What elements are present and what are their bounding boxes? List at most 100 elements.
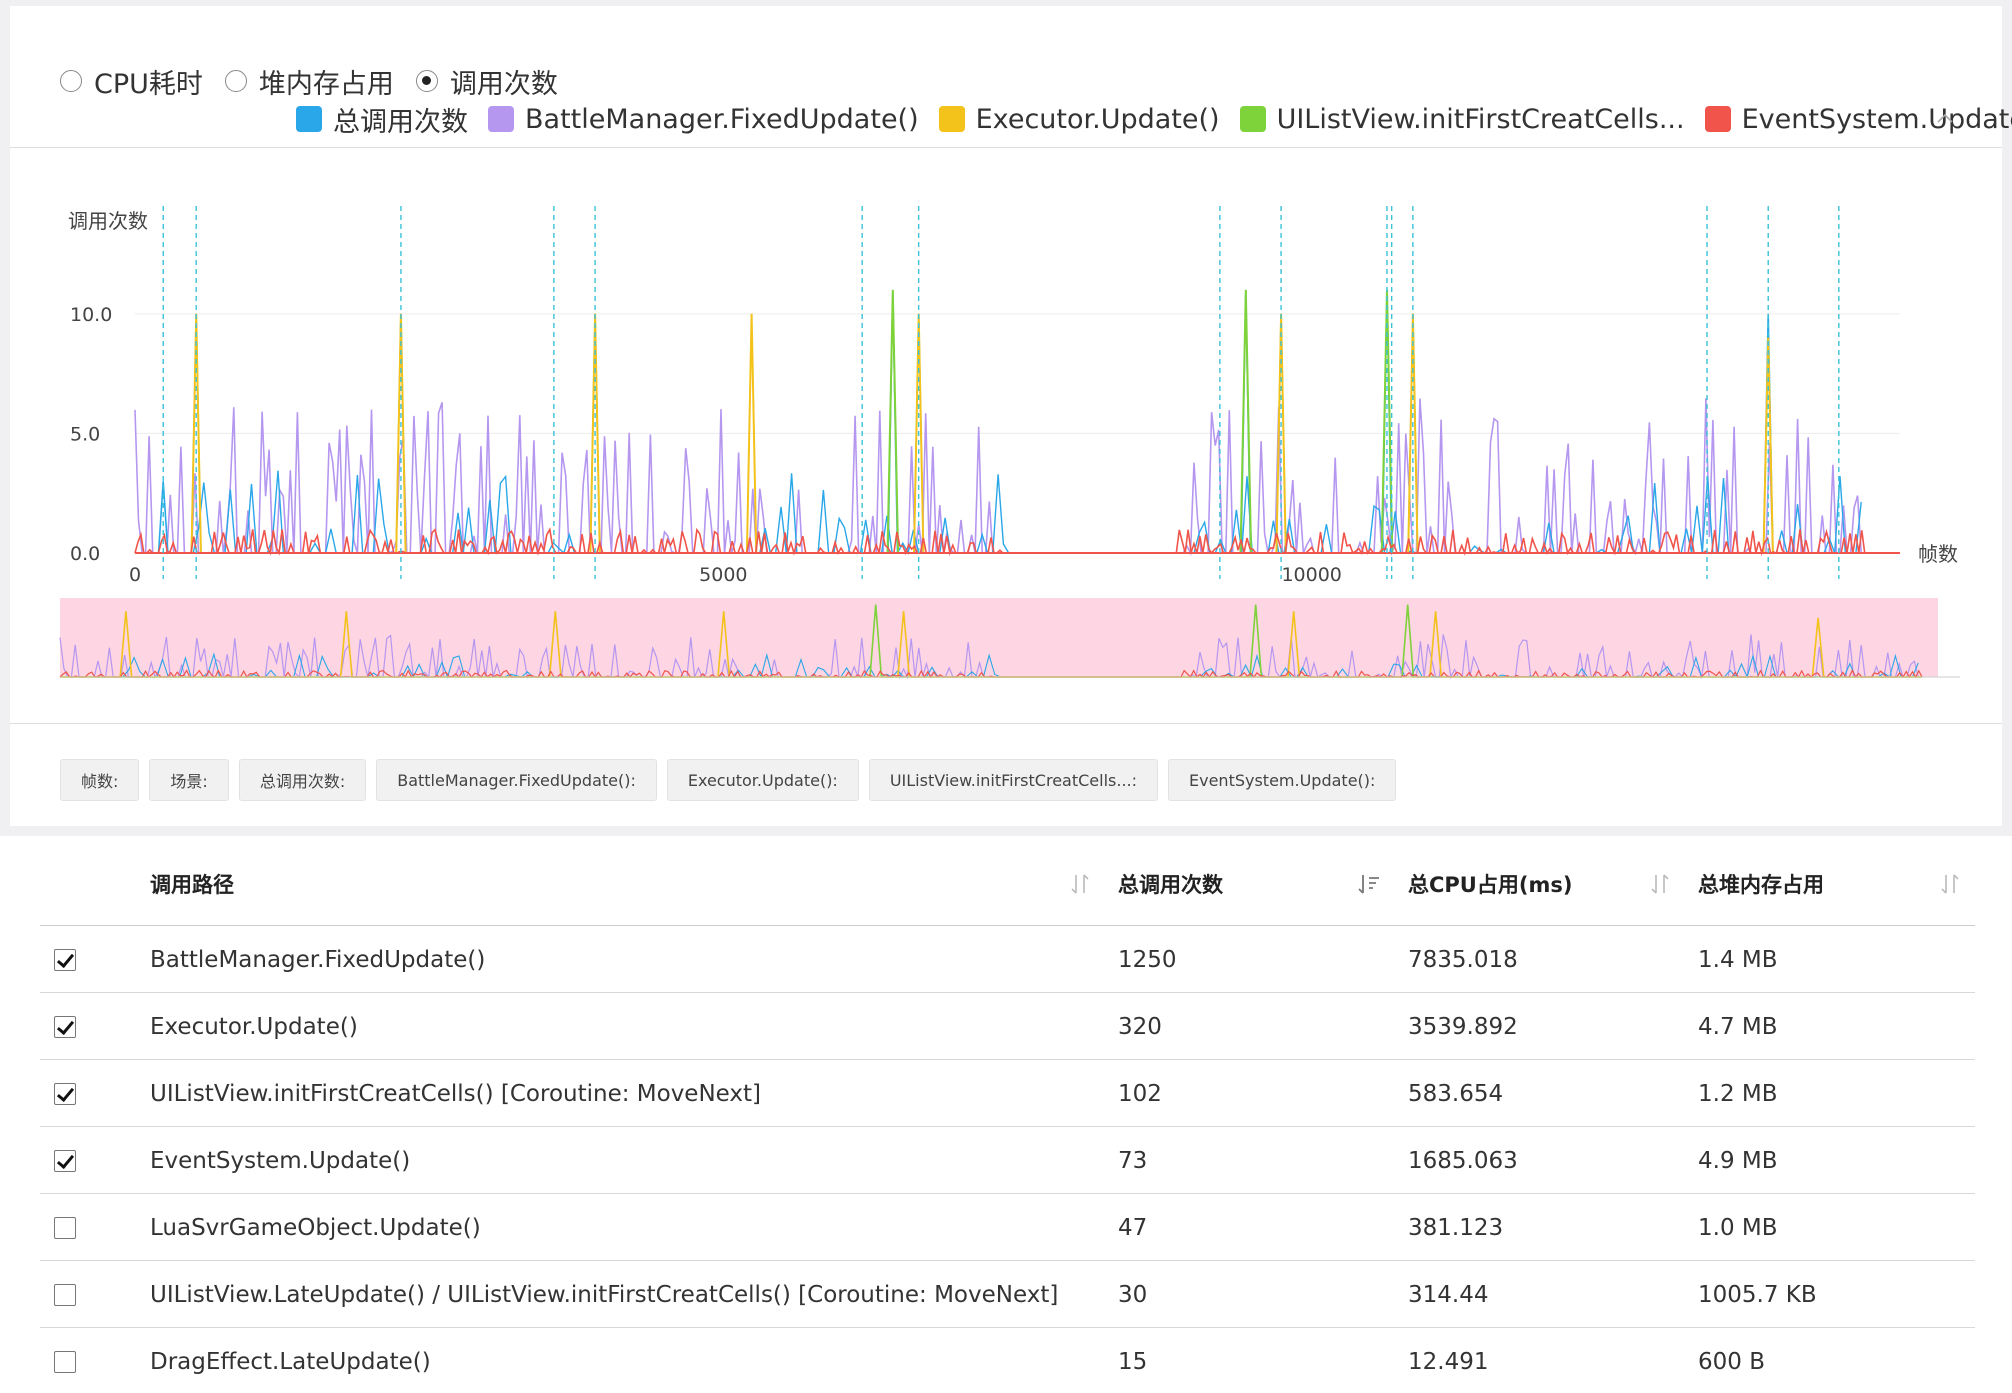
cell-call-path: UIListView.initFirstCreatCells() [Corout… (150, 1080, 762, 1107)
series-total-calls-line (135, 470, 1862, 555)
legend-item-eventsystem[interactable]: EventSystem.Update() (1704, 103, 2012, 135)
table-row[interactable]: UIListView.initFirstCreatCells() [Corout… (40, 1060, 1975, 1127)
chip-battlemanager: BattleManager.FixedUpdate(): (376, 759, 657, 801)
legend-swatch (488, 106, 514, 132)
legend-label: Executor.Update() (975, 103, 1220, 135)
cell-total-cpu: 12.491 (1408, 1348, 1489, 1375)
calls-line-chart[interactable]: 0.0 5.0 10.0 0 5000 10000 调用次数帧数 (10, 146, 2002, 706)
legend-swatch (296, 106, 322, 132)
table-row[interactable]: DragEffect.LateUpdate() 15 12.491 600 B (40, 1328, 1975, 1393)
row-checkbox[interactable] (54, 1284, 76, 1306)
y-tick-label: 5.0 (70, 423, 100, 445)
table-row[interactable]: Executor.Update() 320 3539.892 4.7 MB (40, 993, 1975, 1060)
header-total-heap[interactable]: 总堆内存占用 (1698, 842, 1824, 926)
cell-total-calls: 320 (1118, 1013, 1162, 1040)
cell-call-path: DragEffect.LateUpdate() (150, 1348, 431, 1375)
divider (10, 723, 2002, 724)
radio-circle (60, 70, 82, 92)
sort-icon[interactable] (1650, 842, 1670, 926)
chip-eventsystem: EventSystem.Update(): (1168, 759, 1397, 801)
legend-swatch (1704, 106, 1731, 132)
series-battlemanager-line (134, 398, 1865, 557)
tooltip-chip-row: 帧数: 场景: 总调用次数: BattleManager.FixedUpdate… (60, 759, 1406, 801)
legend-label: BattleManager.FixedUpdate() (525, 103, 919, 135)
cell-total-calls: 73 (1118, 1147, 1148, 1174)
legend-swatch (938, 106, 965, 132)
x-axis-label: 帧数 (1918, 542, 1958, 566)
cell-total-heap: 600 B (1698, 1348, 1765, 1375)
cell-total-cpu: 1685.063 (1408, 1147, 1518, 1174)
cell-total-calls: 1250 (1118, 946, 1177, 973)
header-call-path[interactable]: 调用路径 (150, 842, 234, 926)
cell-call-path: LuaSvrGameObject.Update() (150, 1214, 481, 1241)
sort-icon[interactable] (1940, 842, 1960, 926)
series-total-calls-spikes (135, 289, 1865, 554)
chart-legend: 总调用次数 BattleManager.FixedUpdate() Execut… (296, 99, 2012, 139)
legend-label: UIListView.initFirstCreatCells... (1276, 103, 1685, 135)
cell-total-cpu: 7835.018 (1408, 946, 1518, 973)
radio-cpu-time[interactable]: CPU耗时 (60, 62, 203, 101)
row-checkbox[interactable] (54, 1351, 76, 1373)
chip-total-calls: 总调用次数: (238, 759, 367, 801)
chip-executor: Executor.Update(): (666, 759, 859, 801)
row-checkbox[interactable] (54, 1150, 76, 1172)
header-total-cpu[interactable]: 总CPU占用(ms) (1408, 842, 1572, 926)
metric-mode-group: CPU耗时 堆内存占用 调用次数 (60, 61, 580, 101)
cell-total-calls: 15 (1118, 1348, 1148, 1375)
legend-swatch (1239, 106, 1266, 132)
y-tick-label: 0.0 (70, 543, 100, 565)
chip-uilistview: UIListView.initFirstCreatCells...: (868, 759, 1158, 801)
radio-heap-memory[interactable]: 堆内存占用 (224, 62, 394, 101)
y-tick-label: 10.0 (70, 304, 112, 326)
header-total-calls[interactable]: 总调用次数 (1118, 842, 1223, 926)
x-tick-label: 0 (129, 564, 141, 586)
table-row[interactable]: BattleManager.FixedUpdate() 1250 7835.018 1… (40, 926, 1975, 993)
cell-total-calls: 102 (1118, 1080, 1162, 1107)
call-path-table: 调用路径 总调用次数 总CPU占用(ms) 总堆内存占用 BattleManag… (40, 842, 1975, 1393)
radio-circle (224, 70, 247, 92)
sort-icon[interactable] (1070, 842, 1090, 926)
cell-call-path: EventSystem.Update() (150, 1147, 411, 1174)
cell-total-heap: 1.4 MB (1698, 946, 1778, 973)
sort-desc-icon[interactable] (1358, 842, 1380, 926)
cell-total-heap: 1.2 MB (1698, 1080, 1778, 1107)
cell-call-path: Executor.Update() (150, 1013, 358, 1040)
cell-total-cpu: 583.654 (1408, 1080, 1504, 1107)
chart-area: 0.0 5.0 10.0 0 5000 10000 调用次数帧数 (10, 146, 2002, 706)
cell-total-calls: 30 (1118, 1281, 1148, 1308)
row-checkbox[interactable] (54, 1016, 76, 1038)
chart-controls: CPU耗时 堆内存占用 调用次数 总调用次数 BattleManager.Fix… (60, 61, 2012, 141)
table-header: 调用路径 总调用次数 总CPU占用(ms) 总堆内存占用 (40, 842, 1975, 926)
cell-total-heap: 4.9 MB (1698, 1147, 1778, 1174)
cell-total-cpu: 381.123 (1408, 1214, 1504, 1241)
cell-total-cpu: 3539.892 (1408, 1013, 1518, 1040)
table-body: BattleManager.FixedUpdate() 1250 7835.018 1… (40, 926, 1975, 1393)
chevron-up-icon[interactable] (1930, 103, 1960, 133)
cell-total-heap: 1005.7 KB (1698, 1281, 1817, 1308)
cell-total-heap: 1.0 MB (1698, 1214, 1778, 1241)
y-axis-label: 调用次数 (68, 209, 148, 233)
legend-item-uilistview[interactable]: UIListView.initFirstCreatCells... (1239, 103, 1685, 135)
radio-circle (415, 70, 438, 92)
series-uilistview-line (135, 289, 1865, 554)
legend-item-total-calls[interactable]: 总调用次数 (296, 100, 468, 139)
legend-item-executor[interactable]: Executor.Update() (938, 103, 1220, 135)
chip-scene: 场景: (149, 759, 229, 801)
table-row[interactable]: LuaSvrGameObject.Update() 47 381.123 1.0 MB (40, 1194, 1975, 1261)
row-checkbox[interactable] (54, 1083, 76, 1105)
row-checkbox[interactable] (54, 1217, 76, 1239)
radio-label: CPU耗时 (94, 68, 203, 100)
radio-call-count[interactable]: 调用次数 (415, 62, 558, 101)
table-row[interactable]: EventSystem.Update() 73 1685.063 4.9 MB (40, 1127, 1975, 1194)
row-checkbox[interactable] (54, 949, 76, 971)
legend-item-battlemanager[interactable]: BattleManager.FixedUpdate() (488, 104, 919, 135)
cell-total-cpu: 314.44 (1408, 1281, 1489, 1308)
x-tick-label: 10000 (1281, 564, 1341, 586)
table-row[interactable]: UIListView.LateUpdate() / UIListView.ini… (40, 1261, 1975, 1328)
x-tick-label: 5000 (699, 564, 747, 586)
legend-label: EventSystem.Update() (1741, 103, 2012, 135)
radio-label: 调用次数 (449, 68, 558, 100)
legend-label: 总调用次数 (333, 106, 468, 138)
radio-label: 堆内存占用 (258, 68, 394, 100)
chart-panel: CPU耗时 堆内存占用 调用次数 总调用次数 BattleManager.Fix… (10, 6, 2012, 826)
